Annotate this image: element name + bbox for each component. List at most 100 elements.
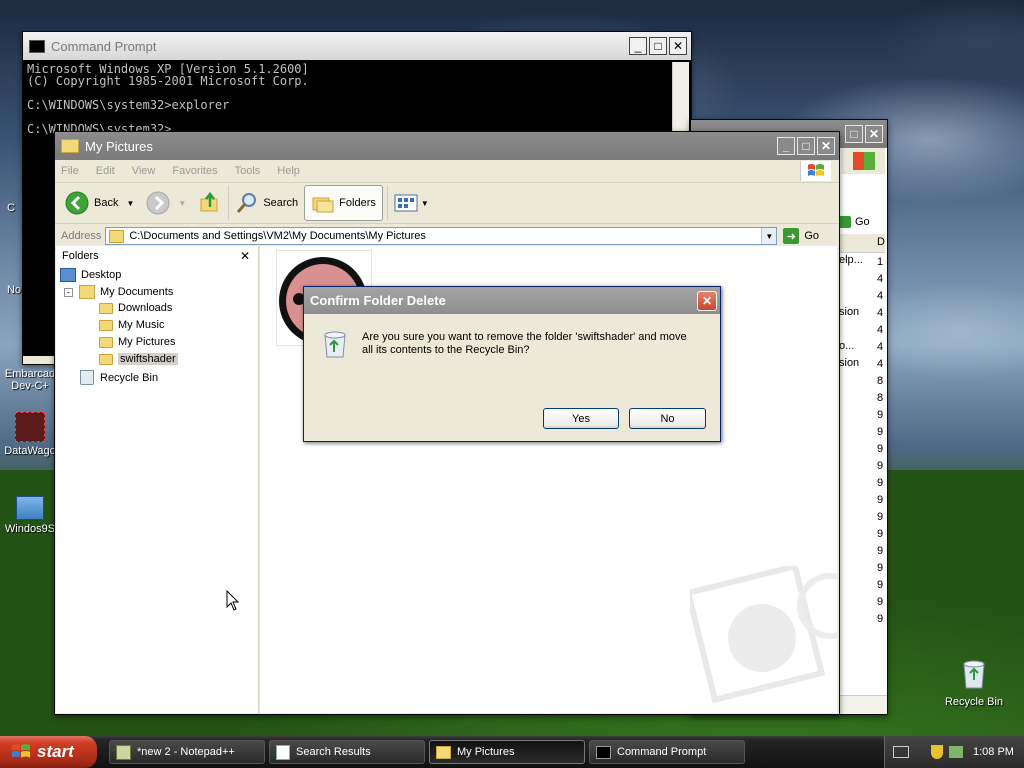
security-shield-icon[interactable] [931, 745, 943, 759]
install-icon [16, 496, 44, 520]
cmd-icon [596, 745, 611, 759]
list-cell: 9 [877, 579, 884, 591]
maximize-button[interactable]: □ [797, 137, 815, 155]
start-button[interactable]: start [0, 736, 97, 768]
forward-button[interactable]: ▼ [140, 186, 192, 220]
list-item[interactable]: o... [839, 340, 854, 352]
folders-pane-title: Folders [62, 250, 99, 262]
tree-item-recycle-bin[interactable]: Recycle Bin [80, 370, 158, 385]
search-button[interactable]: Search [228, 186, 304, 220]
windows-logo-icon [853, 152, 875, 170]
desktop-icon-label: Windos9S [4, 523, 56, 535]
task-label: *new 2 - Notepad++ [137, 746, 235, 758]
folder-icon [99, 319, 113, 331]
maximize-button[interactable]: □ [845, 125, 863, 143]
console-line: C:\WINDOWS\system32>explorer [27, 98, 230, 112]
tree-item-my-pictures[interactable]: My Pictures [99, 336, 175, 348]
up-folder-button[interactable] [192, 186, 228, 220]
task-label: My Pictures [457, 746, 515, 758]
folder-icon [109, 229, 125, 243]
list-cell: 4 [877, 358, 884, 370]
dropdown-arrow-icon[interactable]: ▼ [421, 199, 429, 208]
notepad-icon [116, 744, 131, 760]
folder-icon [61, 139, 79, 153]
tree-item-my-music[interactable]: My Music [99, 319, 164, 331]
close-button[interactable]: ✕ [669, 37, 687, 55]
desktop-icon-windos9s[interactable]: Windos9S [0, 496, 60, 535]
confirm-folder-delete-dialog[interactable]: Confirm Folder Delete ✕ Are you sure you… [303, 286, 721, 442]
views-button[interactable]: ▼ [386, 186, 435, 220]
maximize-button[interactable]: □ [649, 37, 667, 55]
list-item[interactable]: sion [839, 357, 859, 369]
list-cell: 4 [877, 324, 884, 336]
windows-logo-icon [800, 161, 831, 181]
menu-tools[interactable]: Tools [235, 165, 261, 177]
close-button[interactable]: ✕ [865, 125, 883, 143]
desktop-icon-datawago[interactable]: DataWago [0, 412, 60, 457]
taskbar-button-my-pictures[interactable]: My Pictures [429, 740, 585, 764]
back-arrow-icon [65, 191, 89, 215]
tree-item-desktop[interactable]: Desktop [60, 268, 121, 282]
desktop-icon-embarcadero[interactable]: Embarcad Dev-C+ [0, 368, 60, 392]
desktop-icon-partial-label: C [7, 202, 15, 214]
collapse-icon[interactable]: - [64, 287, 73, 297]
minimize-button[interactable]: _ [777, 137, 795, 155]
folder-icon [99, 302, 113, 314]
windows-logo-icon [12, 744, 30, 758]
dialog-titlebar[interactable]: Confirm Folder Delete ✕ [304, 287, 720, 314]
close-pane-icon[interactable]: ✕ [240, 249, 250, 263]
go-arrow-icon [839, 216, 851, 228]
taskbar-button-notepad[interactable]: *new 2 - Notepad++ [109, 740, 265, 764]
minimize-button[interactable]: _ [629, 37, 647, 55]
cmd-icon [29, 39, 45, 53]
menu-favorites[interactable]: Favorites [172, 165, 217, 177]
tree-item-my-documents[interactable]: - My Documents [64, 285, 173, 299]
list-cell: 9 [877, 511, 884, 523]
close-button[interactable]: ✕ [817, 137, 835, 155]
list-cell: 9 [877, 409, 884, 421]
tree-item-label: My Music [118, 319, 165, 331]
menu-help[interactable]: Help [277, 165, 300, 177]
clock[interactable]: 1:08 PM [973, 746, 1014, 758]
list-cell: 8 [877, 392, 884, 404]
safely-remove-hardware-icon[interactable] [949, 746, 963, 758]
list-cell: 9 [877, 426, 884, 438]
bg-column-header[interactable]: D [839, 234, 885, 253]
dropdown-arrow-icon[interactable]: ▼ [178, 199, 186, 208]
close-button[interactable]: ✕ [697, 290, 717, 311]
menu-file[interactable]: File [61, 165, 79, 177]
menu-edit[interactable]: Edit [96, 165, 115, 177]
go-button[interactable]: ➜ Go [783, 228, 819, 244]
bg-go-button[interactable]: Go [839, 212, 885, 232]
tree-item-downloads[interactable]: Downloads [99, 302, 172, 314]
mouse-cursor-icon [226, 590, 240, 611]
start-label: start [37, 742, 74, 761]
menu-view[interactable]: View [132, 165, 156, 177]
tree-item-swiftshader[interactable]: swiftshader [99, 353, 178, 365]
list-cell: 9 [877, 460, 884, 472]
list-cell: 9 [877, 596, 884, 608]
no-button[interactable]: No [629, 408, 706, 429]
list-item[interactable]: sion [839, 306, 859, 318]
list-cell: 4 [877, 290, 884, 302]
back-button[interactable]: Back ▼ [59, 186, 140, 220]
go-label: Go [855, 216, 870, 228]
list-cell: 4 [877, 341, 884, 353]
yes-button[interactable]: Yes [543, 408, 619, 429]
dropdown-arrow-icon[interactable]: ▼ [126, 199, 134, 208]
dialog-message-line: Are you sure you want to remove the fold… [362, 331, 687, 343]
address-dropdown-button[interactable]: ▼ [761, 228, 777, 244]
folders-button[interactable]: Folders [304, 185, 383, 221]
cmd-titlebar[interactable]: Command Prompt _ □ ✕ [23, 32, 691, 60]
list-cell: 9 [877, 562, 884, 574]
taskbar-button-search-results[interactable]: Search Results [269, 740, 425, 764]
address-input[interactable]: C:\Documents and Settings\VM2\My Documen… [105, 227, 778, 245]
folders-pane[interactable]: Folders ✕ Desktop - My Documents Downloa… [56, 246, 259, 713]
taskbar-button-command-prompt[interactable]: Command Prompt [589, 740, 745, 764]
keyboard-icon[interactable] [893, 746, 909, 758]
desktop-icon-recycle-bin[interactable]: Recycle Bin [934, 658, 1014, 708]
list-item[interactable]: elp... [839, 254, 863, 266]
list-cell: 9 [877, 477, 884, 489]
desktop-icon-label: DataWago [4, 445, 56, 457]
explorer-titlebar[interactable]: My Pictures _ □ ✕ [55, 132, 839, 160]
